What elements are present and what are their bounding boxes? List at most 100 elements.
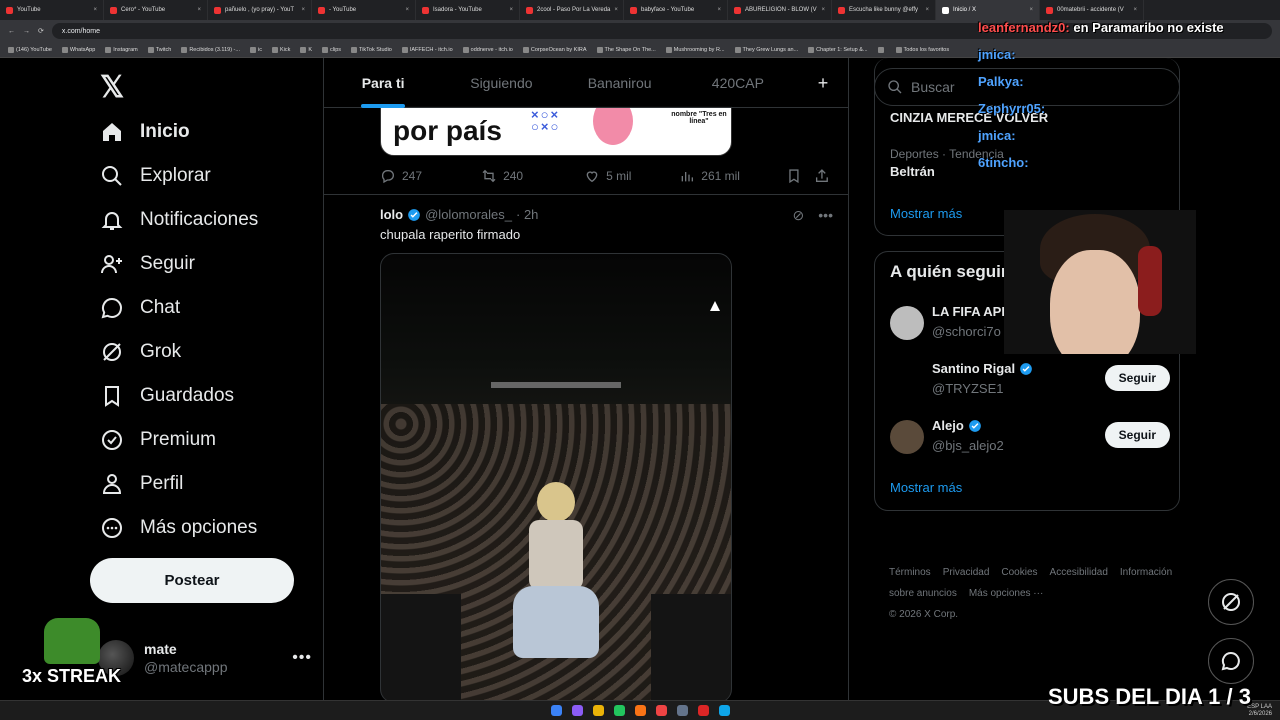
folder-icon[interactable]: [592, 705, 604, 716]
browser-tab[interactable]: YouTube ×: [0, 0, 104, 20]
nav-item-grok[interactable]: Grok: [100, 340, 181, 364]
bookmark-item[interactable]: K: [300, 46, 312, 53]
nav-item-guardados[interactable]: Guardados: [100, 384, 234, 408]
feed-tab[interactable]: Bananirou: [561, 58, 679, 108]
bookmark-item[interactable]: They Grew Lungs an...: [734, 46, 798, 53]
avatar[interactable]: [890, 306, 924, 340]
avatar[interactable]: [890, 420, 924, 454]
add-tab-button[interactable]: +: [797, 58, 848, 108]
account-switcher[interactable]: mate @matecappp •••: [98, 636, 312, 680]
close-icon[interactable]: ×: [1133, 7, 1137, 13]
follow-suggestion[interactable]: Santino Rigal @TRYZSE1 Seguir: [890, 361, 1170, 401]
footer-link[interactable]: Más opciones ···: [969, 588, 1043, 599]
bookmark-item[interactable]: [877, 46, 886, 53]
post-button[interactable]: Postear: [90, 558, 294, 603]
app-icon[interactable]: [697, 705, 709, 716]
close-icon[interactable]: ×: [301, 7, 305, 13]
browser-tab[interactable]: Cero* - YouTube ×: [104, 0, 208, 20]
promo-image[interactable]: por país ×○× ○×○ nombre "Tres en línea": [380, 106, 732, 156]
clock-date[interactable]: 2/6/2026: [1249, 711, 1272, 717]
bookmark-item[interactable]: Todos los favoritos: [895, 46, 949, 53]
bookmark-item[interactable]: Mushrooming by R...: [665, 46, 725, 53]
browser-tab[interactable]: babyface - YouTube ×: [624, 0, 728, 20]
close-icon[interactable]: ×: [925, 7, 929, 13]
feed-tab[interactable]: Siguiendo: [442, 58, 560, 108]
browser-tab[interactable]: ABURELIGION - BLOW (V ×: [728, 0, 832, 20]
close-icon[interactable]: ×: [405, 7, 409, 13]
reply-button[interactable]: 247: [380, 168, 481, 184]
follow-suggestion[interactable]: Alejo @bjs_alejo2 Seguir: [890, 418, 1170, 458]
close-icon[interactable]: ×: [93, 7, 97, 13]
browser-tab[interactable]: Isadora - YouTube ×: [416, 0, 520, 20]
nav-item-m-s-opciones[interactable]: Más opciones: [100, 516, 257, 540]
reload-icon[interactable]: ⟳: [38, 27, 44, 35]
bookmark-item[interactable]: clips: [322, 46, 341, 53]
feed-tab[interactable]: Para ti: [324, 58, 442, 108]
tweet-photo[interactable]: [380, 253, 732, 703]
nav-item-perfil[interactable]: Perfil: [100, 472, 183, 496]
messages-fab-button[interactable]: [1208, 638, 1254, 684]
bookmark-item[interactable]: WhatsApp: [61, 46, 95, 53]
chrome-icon[interactable]: [655, 705, 667, 716]
bookmark-item[interactable]: ic: [249, 46, 262, 53]
browser-tab[interactable]: Escucha like bunny @effy ×: [832, 0, 936, 20]
close-icon[interactable]: ×: [1029, 7, 1033, 13]
bookmark-item[interactable]: The Shape On The...: [596, 46, 656, 53]
views-button[interactable]: 261 mil: [679, 168, 786, 184]
bookmark-item[interactable]: Chapter 1: Setup &...: [808, 46, 868, 53]
bookmark-item[interactable]: IAFFECH - itch.io: [401, 46, 453, 53]
browser-tab[interactable]: - YouTube ×: [312, 0, 416, 20]
bookmark-item[interactable]: TikTok Studio: [351, 46, 392, 53]
like-button[interactable]: 5 mil: [584, 168, 679, 184]
more-dots-icon[interactable]: •••: [292, 649, 312, 667]
close-icon[interactable]: ×: [717, 7, 721, 13]
share-icon[interactable]: [814, 168, 830, 184]
close-icon[interactable]: ×: [509, 7, 513, 13]
repost-button[interactable]: 240: [481, 168, 584, 184]
footer-link[interactable]: Cookies: [1001, 567, 1037, 578]
forward-icon[interactable]: →: [23, 28, 30, 35]
show-more-link[interactable]: Mostrar más: [890, 206, 962, 221]
trend-item[interactable]: Beltrán: [890, 164, 935, 179]
tweet-author-handle[interactable]: @lolomorales_: [425, 207, 512, 222]
bookmark-item[interactable]: (146) YouTube: [8, 46, 52, 53]
bookmark-item[interactable]: CorpseOcean by KIRA: [522, 46, 587, 53]
avatar[interactable]: [336, 205, 376, 245]
bookmark-item[interactable]: Kick: [271, 46, 290, 53]
steam-icon[interactable]: [718, 705, 730, 716]
close-icon[interactable]: ×: [614, 7, 618, 13]
close-icon[interactable]: ×: [197, 7, 201, 13]
spotify-icon[interactable]: [613, 705, 625, 716]
browser-tab[interactable]: 2cool - Paso Por La Vereda ×: [520, 0, 624, 20]
nav-item-premium[interactable]: Premium: [100, 428, 216, 452]
bookmark-item[interactable]: oddnerve - itch.io: [462, 46, 513, 53]
back-icon[interactable]: ←: [8, 28, 15, 35]
follow-button[interactable]: Seguir: [1104, 422, 1170, 448]
more-dots-icon[interactable]: •••: [818, 207, 833, 224]
nav-item-inicio[interactable]: Inicio: [100, 120, 190, 144]
bookmark-item[interactable]: Twitch: [147, 46, 171, 53]
grok-fab-button[interactable]: [1208, 579, 1254, 625]
feed-tab[interactable]: 420CAP: [679, 58, 797, 108]
bookmark-item[interactable]: Recibidos (3.119) -...: [181, 46, 240, 53]
footer-link[interactable]: Accesibilidad: [1050, 567, 1108, 578]
x-logo-icon[interactable]: 𝕏: [100, 70, 124, 105]
app-icon[interactable]: [676, 705, 688, 716]
grok-icon[interactable]: ⊘: [793, 207, 805, 224]
nav-item-seguir[interactable]: Seguir: [100, 252, 195, 276]
nav-item-chat[interactable]: Chat: [100, 296, 180, 320]
follow-button[interactable]: Seguir: [1104, 365, 1170, 391]
show-more-link[interactable]: Mostrar más: [890, 480, 962, 495]
footer-link[interactable]: Términos: [889, 567, 931, 578]
bookmark-icon[interactable]: [786, 168, 802, 184]
tweet-author-name[interactable]: lolo: [380, 207, 403, 222]
footer-link[interactable]: Privacidad: [943, 567, 990, 578]
bookmark-item[interactable]: Instagram: [105, 46, 138, 53]
nav-item-notificaciones[interactable]: Notificaciones: [100, 208, 258, 232]
app-icon[interactable]: [571, 705, 583, 716]
start-icon[interactable]: [550, 705, 562, 716]
avatar[interactable]: [890, 363, 924, 397]
browser-tab[interactable]: pañuelo , (yo pray) - YouT ×: [208, 0, 312, 20]
app-icon[interactable]: [634, 705, 646, 716]
close-icon[interactable]: ×: [821, 7, 825, 13]
